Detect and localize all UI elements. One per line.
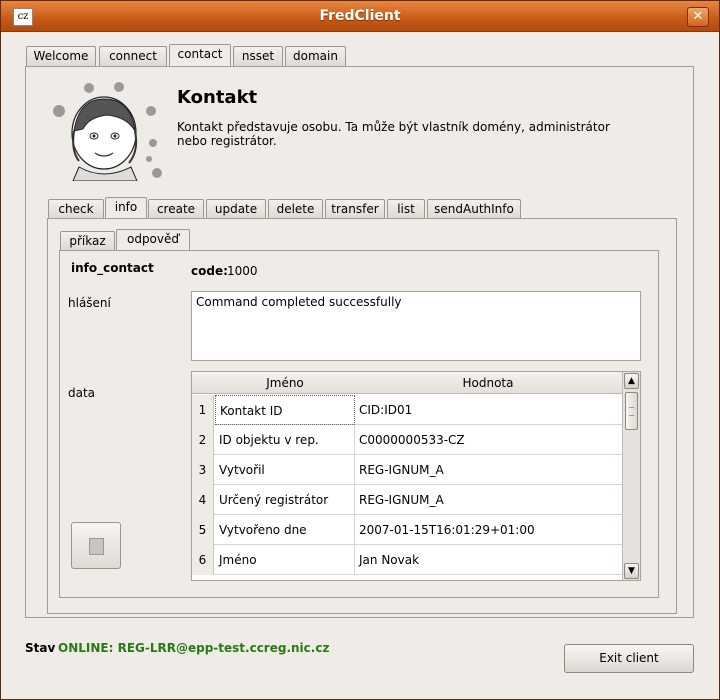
tab-list[interactable]: list — [387, 199, 425, 220]
tab-label: info — [114, 200, 138, 214]
window-title: FredClient — [319, 8, 401, 24]
cell-name[interactable]: ID objektu v rep. — [215, 425, 355, 455]
message-textarea[interactable]: Command completed successfully — [191, 291, 641, 361]
message-label: hlášení — [68, 296, 111, 310]
tab-prikaz[interactable]: příkaz — [60, 231, 115, 252]
row-number: 3 — [192, 455, 214, 485]
section-description: Kontakt představuje osobu. Ta může být v… — [177, 120, 610, 148]
scrollbar-thumb[interactable] — [625, 392, 638, 430]
tab-delete[interactable]: delete — [268, 199, 323, 220]
cell-value[interactable]: CID:ID01 — [356, 395, 620, 425]
contact-avatar — [53, 82, 162, 181]
tab-contact[interactable]: contact — [169, 44, 231, 68]
tab-label: contact — [177, 47, 223, 61]
table-row[interactable]: 1 Kontakt ID CID:ID01 — [192, 395, 622, 425]
title-bar[interactable]: cz FredClient ✕ — [1, 1, 719, 32]
tab-label: Welcome — [33, 49, 89, 63]
tab-welcome[interactable]: Welcome — [26, 46, 96, 67]
tab-label: transfer — [331, 202, 379, 216]
data-table[interactable]: Jméno Hodnota 1 Kontakt ID CID:ID01 2 ID… — [191, 371, 641, 581]
table-scrollbar[interactable]: ▲ ▼ — [622, 372, 640, 580]
tab-domain[interactable]: domain — [285, 46, 346, 67]
tab-sendauthinfo[interactable]: sendAuthInfo — [427, 199, 521, 220]
exit-client-button[interactable]: Exit client — [564, 644, 694, 673]
tab-label: delete — [276, 202, 315, 216]
tab-transfer[interactable]: transfer — [325, 199, 385, 220]
tab-label: list — [397, 202, 415, 216]
tab-label: update — [214, 202, 258, 216]
tab-label: nsset — [241, 49, 275, 63]
tab-nsset[interactable]: nsset — [233, 46, 283, 67]
scroll-down-arrow-icon[interactable]: ▼ — [624, 563, 639, 579]
column-header-value[interactable]: Hodnota — [356, 376, 620, 390]
tab-label: connect — [109, 49, 157, 63]
cell-value[interactable]: REG-IGNUM_A — [356, 485, 620, 515]
table-row[interactable]: 2 ID objektu v rep. C0000000533-CZ — [192, 425, 622, 455]
table-row[interactable]: 4 Určený registrátor REG-IGNUM_A — [192, 485, 622, 515]
section-heading: Kontakt — [177, 87, 258, 108]
tool-button[interactable] — [71, 522, 121, 569]
status-value: ONLINE: REG-LRR@epp-test.ccreg.nic.cz — [58, 641, 330, 655]
tab-label: domain — [293, 49, 338, 63]
tab-label: sendAuthInfo — [434, 202, 514, 216]
command-name: info_contact — [71, 261, 154, 275]
table-header: Jméno Hodnota — [192, 372, 622, 394]
code-label: code: — [191, 264, 228, 278]
row-number: 6 — [192, 545, 214, 575]
cell-name[interactable]: Vytvořil — [215, 455, 355, 485]
cell-name[interactable]: Vytvořeno dne — [215, 515, 355, 545]
table-row[interactable]: 3 Vytvořil REG-IGNUM_A — [192, 455, 622, 485]
row-number: 4 — [192, 485, 214, 515]
cell-value[interactable]: C0000000533-CZ — [356, 425, 620, 455]
tab-label: create — [156, 202, 196, 216]
cell-value[interactable]: Jan Novak — [356, 545, 620, 575]
document-icon — [89, 538, 104, 555]
cell-name[interactable]: Jméno — [215, 545, 355, 575]
table-row[interactable]: 5 Vytvořeno dne 2007-01-15T16:01:29+01:0… — [192, 515, 622, 545]
row-number: 2 — [192, 425, 214, 455]
row-number: 1 — [192, 395, 214, 425]
tab-connect[interactable]: connect — [99, 46, 167, 67]
data-label: data — [68, 386, 96, 400]
scroll-up-arrow-icon[interactable]: ▲ — [624, 373, 639, 389]
cell-name[interactable]: Určený registrátor — [215, 485, 355, 515]
column-header-name[interactable]: Jméno — [215, 376, 355, 390]
tab-update[interactable]: update — [206, 199, 266, 220]
cell-value[interactable]: REG-IGNUM_A — [356, 455, 620, 485]
cell-name[interactable]: Kontakt ID — [215, 395, 355, 425]
close-window-button[interactable]: ✕ — [687, 7, 709, 27]
tab-create[interactable]: create — [148, 199, 204, 220]
app-window: cz FredClient ✕ Welcome connect contact … — [0, 0, 720, 700]
table-row[interactable]: 6 Jméno Jan Novak — [192, 545, 622, 575]
tab-label: check — [58, 202, 94, 216]
message-text: Command completed successfully — [196, 295, 402, 309]
status-label: Stav — [25, 641, 56, 655]
tab-label: odpověď — [126, 232, 180, 246]
tab-label: příkaz — [69, 234, 106, 248]
tab-check[interactable]: check — [48, 199, 104, 220]
cell-value[interactable]: 2007-01-15T16:01:29+01:00 — [356, 515, 620, 545]
row-number: 5 — [192, 515, 214, 545]
code-value: 1000 — [227, 264, 258, 278]
